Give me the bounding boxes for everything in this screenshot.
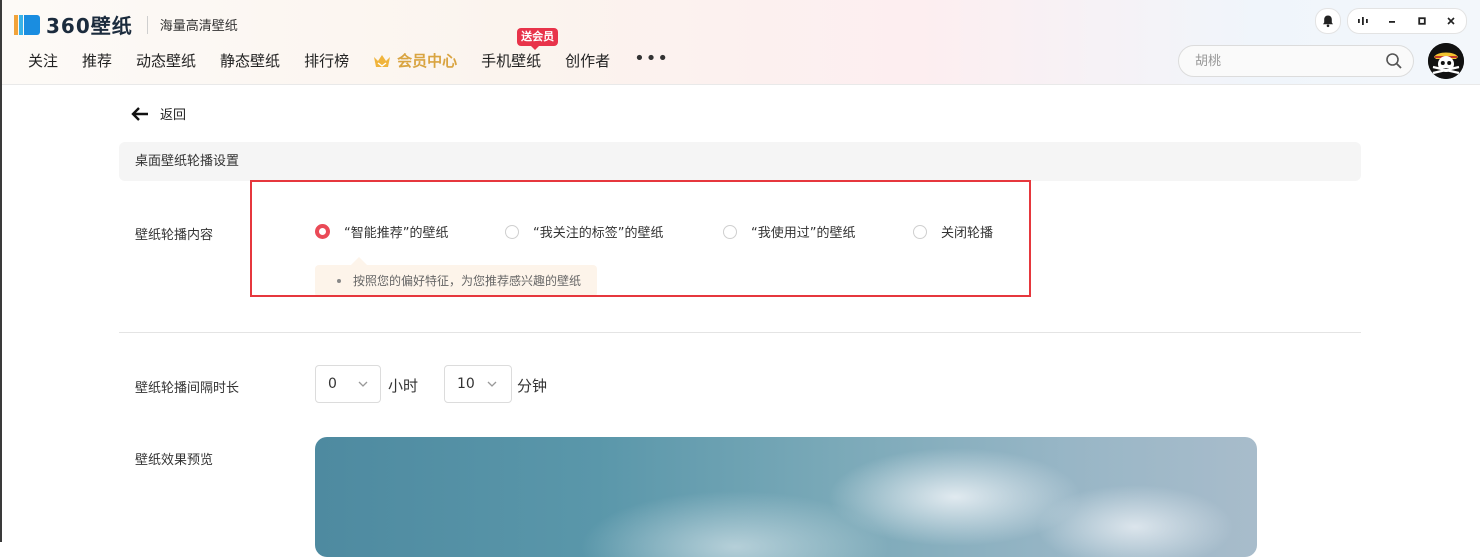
nav-item-follow[interactable]: 关注	[28, 50, 58, 71]
main-nav: 关注 推荐 动态壁纸 静态壁纸 排行榜 会员中心 手机壁纸 送会员 创作者 ••…	[28, 28, 693, 71]
section-title-text: 桌面壁纸轮播设置	[135, 154, 240, 169]
nav-item-phone[interactable]: 手机壁纸 送会员	[481, 28, 559, 71]
section-title: 桌面壁纸轮播设置	[119, 142, 1361, 181]
equalizer-icon	[1357, 17, 1368, 25]
arrow-left-icon	[131, 106, 148, 121]
nav-item-vip[interactable]: 会员中心	[373, 50, 457, 71]
carousel-content-label: 壁纸轮播内容	[135, 228, 214, 243]
top-header: 360壁纸 海量高清壁纸 关注 推荐 动态壁纸 静态壁纸 排行榜 会员中心 手机…	[2, 0, 1480, 85]
search-input[interactable]	[1193, 52, 1387, 70]
nav-phone-label: 手机壁纸	[481, 52, 542, 70]
nav-item-ranking[interactable]: 排行榜	[304, 50, 349, 71]
preview-label: 壁纸效果预览	[135, 453, 214, 468]
more-menu-button[interactable]: •••	[634, 48, 669, 69]
minimize-icon	[1389, 21, 1396, 23]
nav-item-creator[interactable]: 创作者	[565, 50, 610, 71]
notification-bell-button[interactable]	[1315, 8, 1341, 34]
chevron-down-icon	[358, 381, 368, 387]
close-icon	[1447, 17, 1455, 25]
hours-select[interactable]: 0	[315, 365, 381, 403]
nav-vip-label: 会员中心	[397, 52, 458, 70]
search-icon[interactable]	[1385, 52, 1403, 70]
back-label: 返回	[160, 108, 187, 123]
nav-item-dynamic[interactable]: 动态壁纸	[136, 50, 196, 71]
nav-item-static[interactable]: 静态壁纸	[220, 50, 280, 71]
back-button[interactable]: 返回	[130, 104, 186, 123]
wallpaper-preview-image	[315, 437, 1257, 557]
minutes-unit: 分钟	[517, 377, 548, 395]
maximize-button[interactable]	[1411, 11, 1433, 31]
chevron-down-icon	[487, 381, 497, 387]
hours-value: 0	[328, 376, 337, 392]
crown-icon	[374, 54, 391, 67]
bell-icon	[1323, 15, 1333, 28]
minimize-button[interactable]	[1381, 11, 1403, 31]
logo-divider	[146, 15, 148, 34]
promo-badge: 送会员	[517, 28, 559, 50]
minutes-value: 10	[457, 376, 475, 392]
nav-item-recommend[interactable]: 推荐	[82, 50, 112, 71]
highlight-box	[250, 180, 1031, 297]
hours-unit: 小时	[388, 377, 419, 395]
logo-book-icon	[14, 14, 42, 35]
user-avatar[interactable]	[1428, 43, 1464, 79]
interval-label: 壁纸轮播间隔时长	[135, 381, 240, 396]
section-divider	[119, 332, 1361, 333]
app-logo[interactable]: 360壁纸 海量高清壁纸	[14, 10, 238, 39]
search-box	[1178, 45, 1414, 77]
app-slogan: 海量高清壁纸	[159, 19, 238, 34]
window-controls	[1347, 8, 1467, 34]
skin-settings-button[interactable]	[1352, 11, 1374, 31]
logo-text: 360壁纸	[46, 14, 133, 38]
close-button[interactable]	[1440, 11, 1462, 31]
minutes-select[interactable]: 10	[444, 365, 512, 403]
maximize-icon	[1418, 17, 1426, 25]
skull-avatar-icon	[1428, 43, 1464, 79]
